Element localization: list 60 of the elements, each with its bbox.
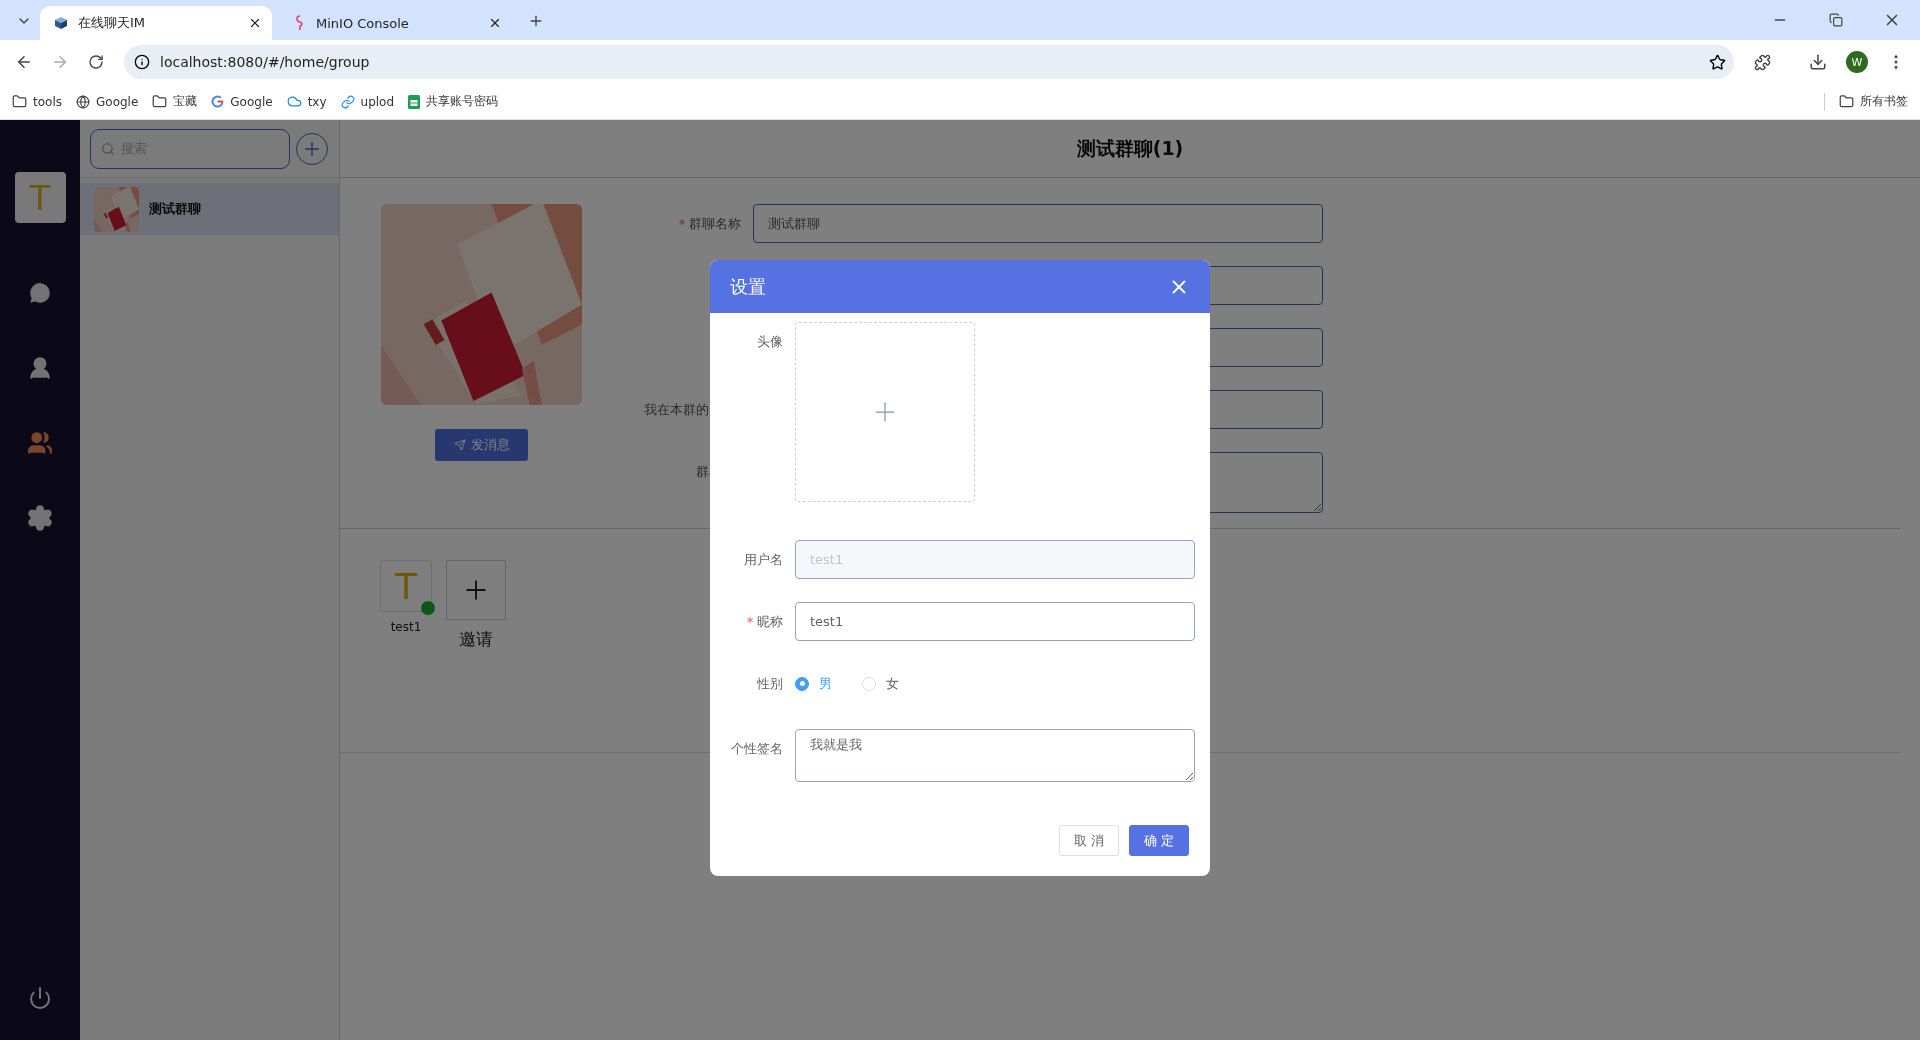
folder-icon bbox=[152, 94, 168, 109]
spreadsheet-icon bbox=[408, 94, 421, 109]
field-label: 头像 bbox=[756, 333, 783, 351]
dialog-title: 设置 bbox=[730, 274, 767, 299]
input-field[interactable]: test1 bbox=[795, 602, 1195, 641]
back-icon[interactable] bbox=[15, 53, 33, 71]
address-bar[interactable]: localhost:8080/#/home/group bbox=[124, 45, 1734, 79]
all-bookmarks-item[interactable]: 所有书签 bbox=[1839, 93, 1908, 110]
bookmark-item[interactable]: uplod bbox=[340, 94, 395, 109]
search-icon bbox=[101, 141, 115, 156]
text-area[interactable]: 我就是我 bbox=[795, 729, 1195, 782]
group-title: 测试群聊(1) bbox=[1076, 135, 1184, 161]
browser-tab[interactable]: MinIO Console bbox=[280, 6, 512, 40]
bookmark-star-icon[interactable] bbox=[1709, 53, 1726, 71]
folder-icon bbox=[12, 94, 27, 109]
folder-icon bbox=[1839, 94, 1854, 109]
new-tab-icon[interactable] bbox=[528, 13, 544, 29]
url-text: localhost:8080/#/home/group bbox=[160, 54, 371, 70]
cancel-button[interactable]: 取 消 bbox=[1058, 825, 1119, 856]
confirm-button[interactable]: 确 定 bbox=[1128, 825, 1189, 856]
field-label: 昵称 bbox=[710, 602, 783, 641]
close-icon[interactable] bbox=[488, 16, 502, 30]
field-label: 群 bbox=[695, 463, 710, 481]
bookmark-item[interactable]: Google bbox=[76, 94, 139, 109]
input-field[interactable]: 测试群聊 bbox=[753, 204, 1323, 243]
field-label: 性别 bbox=[756, 675, 783, 693]
bookmark-item[interactable]: txy bbox=[286, 94, 327, 109]
bookmark-item[interactable]: tools bbox=[12, 94, 62, 109]
bookmark-item[interactable]: 共享账号密码 bbox=[408, 93, 499, 110]
puzzle-icon[interactable] bbox=[1753, 53, 1771, 71]
globe-icon bbox=[76, 94, 90, 109]
field-label: 用户名 bbox=[743, 551, 783, 569]
field-label: 我在本群的 bbox=[643, 401, 710, 419]
tab-title: MinIO Console bbox=[316, 15, 410, 31]
tab-title: 在线聊天IM bbox=[78, 14, 147, 32]
field-label: 个性签名 bbox=[730, 740, 783, 758]
group-item[interactable]: 测试群聊 bbox=[80, 183, 339, 235]
restore-icon[interactable] bbox=[1829, 13, 1843, 27]
profile-avatar[interactable]: W bbox=[1846, 51, 1868, 73]
group-icon bbox=[27, 430, 53, 456]
bookmark-item[interactable]: 宝藏 bbox=[152, 93, 198, 110]
link-icon bbox=[340, 94, 355, 109]
send-icon bbox=[453, 439, 466, 451]
power-button[interactable] bbox=[28, 986, 52, 1010]
contact-icon bbox=[27, 355, 53, 381]
g-logo-icon bbox=[211, 95, 225, 108]
close-icon[interactable] bbox=[248, 16, 262, 30]
bookmark-item[interactable]: Google bbox=[211, 94, 273, 109]
member-name: test1 bbox=[390, 620, 422, 634]
download-icon[interactable] bbox=[1809, 53, 1827, 71]
cloud-icon bbox=[286, 94, 302, 109]
cube-icon bbox=[54, 16, 68, 30]
field-label: 群聊名称 bbox=[630, 204, 753, 243]
browser-tab[interactable]: 在线聊天IM bbox=[40, 6, 272, 40]
invite-label: 邀请 bbox=[459, 628, 493, 651]
forward-icon[interactable] bbox=[51, 53, 69, 71]
info-icon bbox=[134, 54, 150, 70]
chat-icon bbox=[27, 280, 53, 306]
reload-icon[interactable] bbox=[88, 54, 104, 70]
radio-option[interactable]: 女 bbox=[862, 674, 899, 693]
